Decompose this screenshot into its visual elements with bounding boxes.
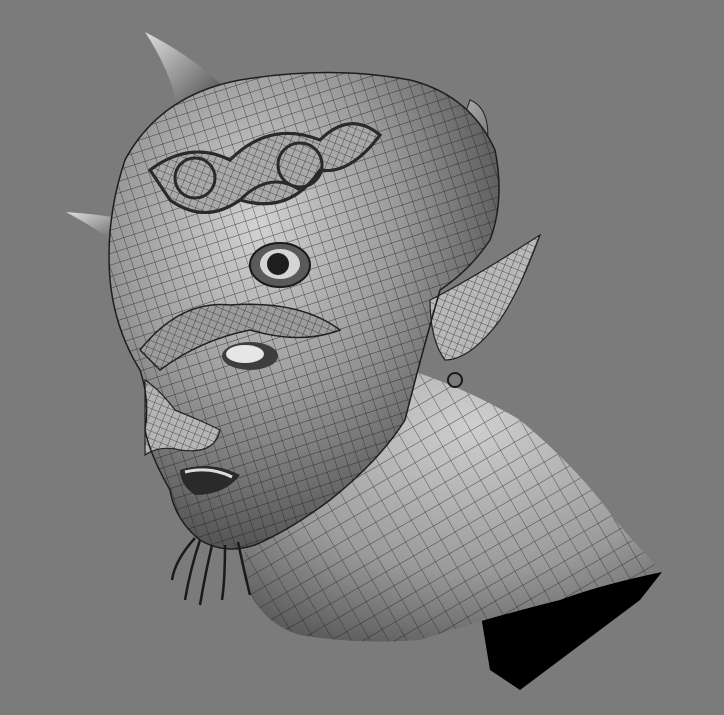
demon-head-model [66, 32, 662, 690]
eye [222, 342, 278, 370]
3d-viewport[interactable] [0, 0, 724, 715]
forehead-eye [249, 242, 311, 288]
